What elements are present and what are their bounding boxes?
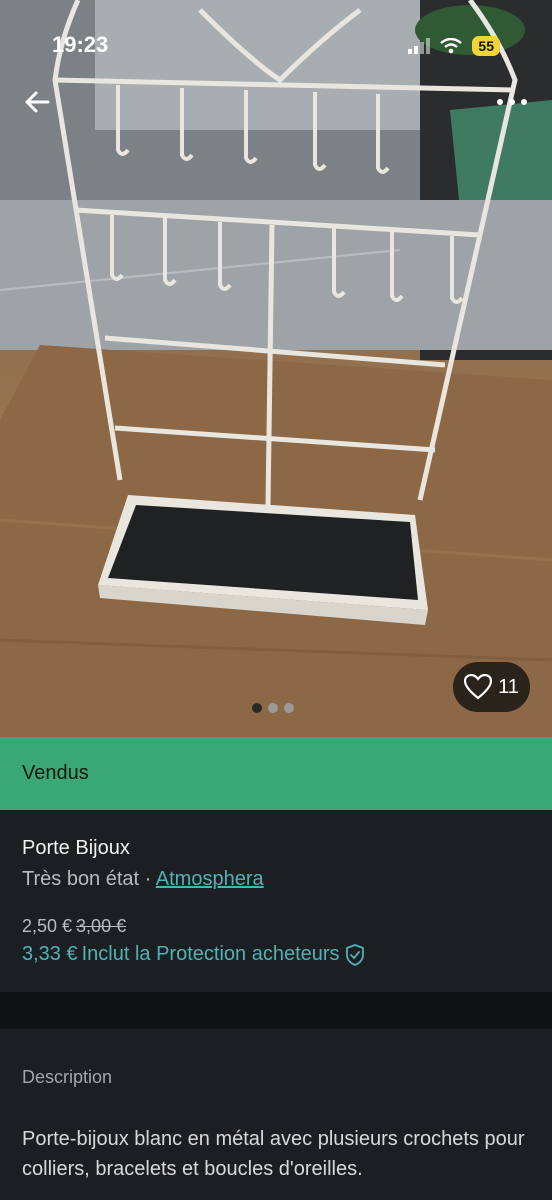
wifi-icon [440,38,463,54]
carousel-dot-2[interactable] [268,703,278,713]
item-old-price: 3,00 € [76,916,127,936]
price-row: 2,50 €3,00 € [22,916,126,937]
status-bar: 19:23 55 [0,30,552,62]
more-options-button[interactable] [494,88,530,116]
item-title: Porte Bijoux [22,837,130,859]
separator: · [139,868,156,890]
status-icons: 55 [408,36,500,56]
battery-indicator: 55 [472,36,500,56]
description-text: Porte-bijoux blanc en métal avec plusieu… [22,1128,525,1180]
listing-photo[interactable] [0,0,552,737]
item-subtitle: Très bon état · Atmosphera [22,868,264,891]
status-time: 19:23 [52,32,109,57]
favorite-count: 11 [498,675,519,698]
description-label: Description [22,1067,113,1087]
description-section: Description Porte-bijoux blanc en métal … [0,1029,552,1200]
buyer-price: 3,33 € [22,943,78,965]
carousel-indicator [252,703,294,713]
shield-check-icon [345,943,364,966]
brand-link[interactable]: Atmosphera [156,868,264,890]
section-divider [0,992,552,1029]
buyer-protection-label: Inclut la Protection acheteurs [81,943,340,965]
sold-label: Vendus [22,762,89,784]
back-arrow-icon [25,91,50,113]
item-condition: Très bon état [22,868,140,890]
jewelry-stand-image [0,0,552,737]
buyer-protection-row[interactable]: 3,33 € Inclut la Protection acheteurs [22,943,366,966]
back-button[interactable] [22,86,54,118]
more-icon [497,99,527,105]
item-price: 2,50 € [22,916,73,936]
item-info: Porte Bijoux Très bon état · Atmosphera … [0,810,552,992]
carousel-dot-3[interactable] [284,703,294,713]
sold-banner: Vendus [0,737,552,810]
signal-icon [408,38,431,54]
favorite-button[interactable]: 11 [453,662,530,712]
heart-icon [464,674,493,700]
carousel-dot-1[interactable] [252,703,262,713]
